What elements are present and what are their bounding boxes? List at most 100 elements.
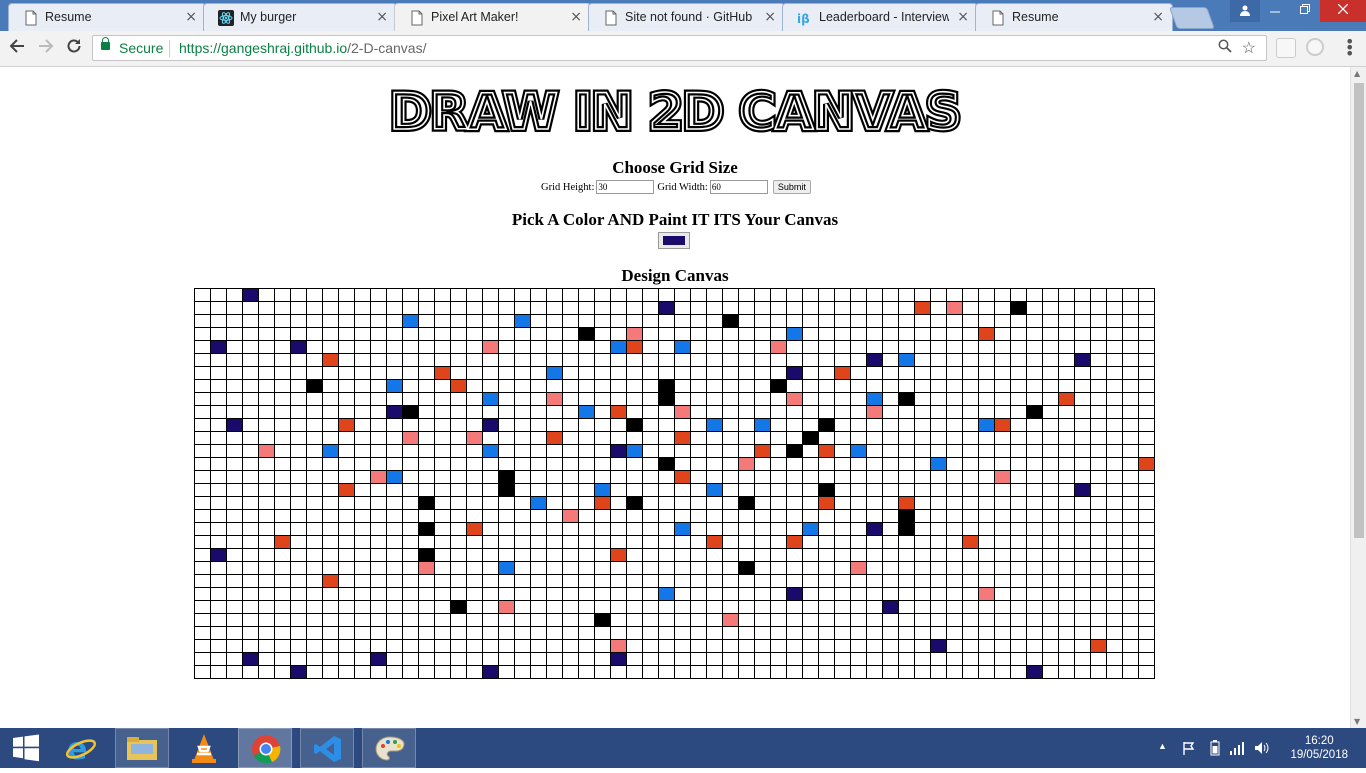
canvas-cell[interactable] [530, 600, 547, 614]
canvas-cell[interactable] [274, 535, 291, 549]
canvas-cell[interactable] [1122, 548, 1139, 562]
canvas-cell[interactable] [802, 470, 819, 484]
canvas-cell[interactable] [674, 639, 691, 653]
canvas-cell[interactable] [802, 587, 819, 601]
canvas-cell[interactable] [258, 652, 275, 666]
canvas-cell[interactable] [818, 587, 835, 601]
canvas-cell[interactable] [1058, 639, 1075, 653]
canvas-cell[interactable] [450, 626, 467, 640]
canvas-cell[interactable] [306, 444, 323, 458]
canvas-cell[interactable] [242, 600, 259, 614]
canvas-cell[interactable] [1138, 652, 1155, 666]
canvas-cell[interactable] [1090, 431, 1107, 445]
canvas-cell[interactable] [706, 522, 723, 536]
canvas-cell[interactable] [1090, 353, 1107, 367]
canvas-cell[interactable] [514, 340, 531, 354]
canvas-cell[interactable] [402, 535, 419, 549]
canvas-cell[interactable] [994, 418, 1011, 432]
canvas-cell[interactable] [338, 405, 355, 419]
canvas-cell[interactable] [882, 665, 899, 679]
canvas-cell[interactable] [1106, 379, 1123, 393]
canvas-cell[interactable] [1042, 613, 1059, 627]
canvas-cell[interactable] [370, 288, 387, 302]
canvas-cell[interactable] [914, 652, 931, 666]
canvas-cell[interactable] [530, 301, 547, 315]
canvas-cell[interactable] [1138, 457, 1155, 471]
canvas-cell[interactable] [658, 561, 675, 575]
canvas-cell[interactable] [738, 483, 755, 497]
canvas-cell[interactable] [370, 340, 387, 354]
canvas-cell[interactable] [818, 626, 835, 640]
canvas-cell[interactable] [450, 301, 467, 315]
canvas-cell[interactable] [818, 600, 835, 614]
canvas-cell[interactable] [226, 574, 243, 588]
canvas-cell[interactable] [322, 613, 339, 627]
canvas-cell[interactable] [578, 327, 595, 341]
canvas-cell[interactable] [546, 535, 563, 549]
canvas-cell[interactable] [834, 535, 851, 549]
canvas-cell[interactable] [1010, 392, 1027, 406]
canvas-cell[interactable] [450, 509, 467, 523]
canvas-cell[interactable] [898, 652, 915, 666]
canvas-cell[interactable] [546, 301, 563, 315]
canvas-cell[interactable] [482, 561, 499, 575]
canvas-cell[interactable] [994, 470, 1011, 484]
canvas-cell[interactable] [834, 600, 851, 614]
canvas-cell[interactable] [1026, 639, 1043, 653]
canvas-cell[interactable] [946, 587, 963, 601]
canvas-cell[interactable] [898, 418, 915, 432]
canvas-cell[interactable] [194, 652, 211, 666]
canvas-cell[interactable] [242, 431, 259, 445]
canvas-cell[interactable] [930, 496, 947, 510]
canvas-cell[interactable] [210, 600, 227, 614]
canvas-cell[interactable] [242, 522, 259, 536]
canvas-cell[interactable] [1058, 665, 1075, 679]
canvas-cell[interactable] [578, 613, 595, 627]
canvas-cell[interactable] [754, 522, 771, 536]
canvas-cell[interactable] [322, 340, 339, 354]
canvas-cell[interactable] [258, 366, 275, 380]
canvas-cell[interactable] [706, 509, 723, 523]
canvas-cell[interactable] [834, 327, 851, 341]
canvas-cell[interactable] [194, 444, 211, 458]
canvas-cell[interactable] [402, 327, 419, 341]
canvas-cell[interactable] [402, 652, 419, 666]
canvas-cell[interactable] [1058, 392, 1075, 406]
canvas-cell[interactable] [258, 665, 275, 679]
canvas-cell[interactable] [418, 392, 435, 406]
canvas-cell[interactable] [866, 613, 883, 627]
canvas-cell[interactable] [242, 561, 259, 575]
canvas-cell[interactable] [978, 483, 995, 497]
canvas-cell[interactable] [338, 444, 355, 458]
restore-icon[interactable] [1290, 0, 1320, 22]
canvas-cell[interactable] [1026, 496, 1043, 510]
canvas-cell[interactable] [690, 665, 707, 679]
canvas-cell[interactable] [610, 483, 627, 497]
canvas-cell[interactable] [626, 509, 643, 523]
canvas-cell[interactable] [1122, 301, 1139, 315]
canvas-cell[interactable] [370, 652, 387, 666]
canvas-cell[interactable] [674, 379, 691, 393]
canvas-cell[interactable] [434, 535, 451, 549]
canvas-cell[interactable] [642, 288, 659, 302]
canvas-cell[interactable] [562, 353, 579, 367]
canvas-cell[interactable] [450, 483, 467, 497]
canvas-cell[interactable] [482, 665, 499, 679]
canvas-cell[interactable] [1026, 327, 1043, 341]
canvas-cell[interactable] [498, 314, 515, 328]
canvas-cell[interactable] [1074, 457, 1091, 471]
canvas-cell[interactable] [562, 405, 579, 419]
scroll-down-icon[interactable]: ▼ [1354, 717, 1360, 726]
canvas-cell[interactable] [194, 561, 211, 575]
canvas-cell[interactable] [914, 470, 931, 484]
canvas-cell[interactable] [658, 600, 675, 614]
canvas-cell[interactable] [242, 613, 259, 627]
canvas-cell[interactable] [850, 535, 867, 549]
canvas-cell[interactable] [258, 600, 275, 614]
canvas-cell[interactable] [1074, 665, 1091, 679]
canvas-cell[interactable] [322, 288, 339, 302]
canvas-cell[interactable] [530, 652, 547, 666]
canvas-cell[interactable] [1058, 444, 1075, 458]
canvas-cell[interactable] [834, 431, 851, 445]
canvas-cell[interactable] [370, 496, 387, 510]
